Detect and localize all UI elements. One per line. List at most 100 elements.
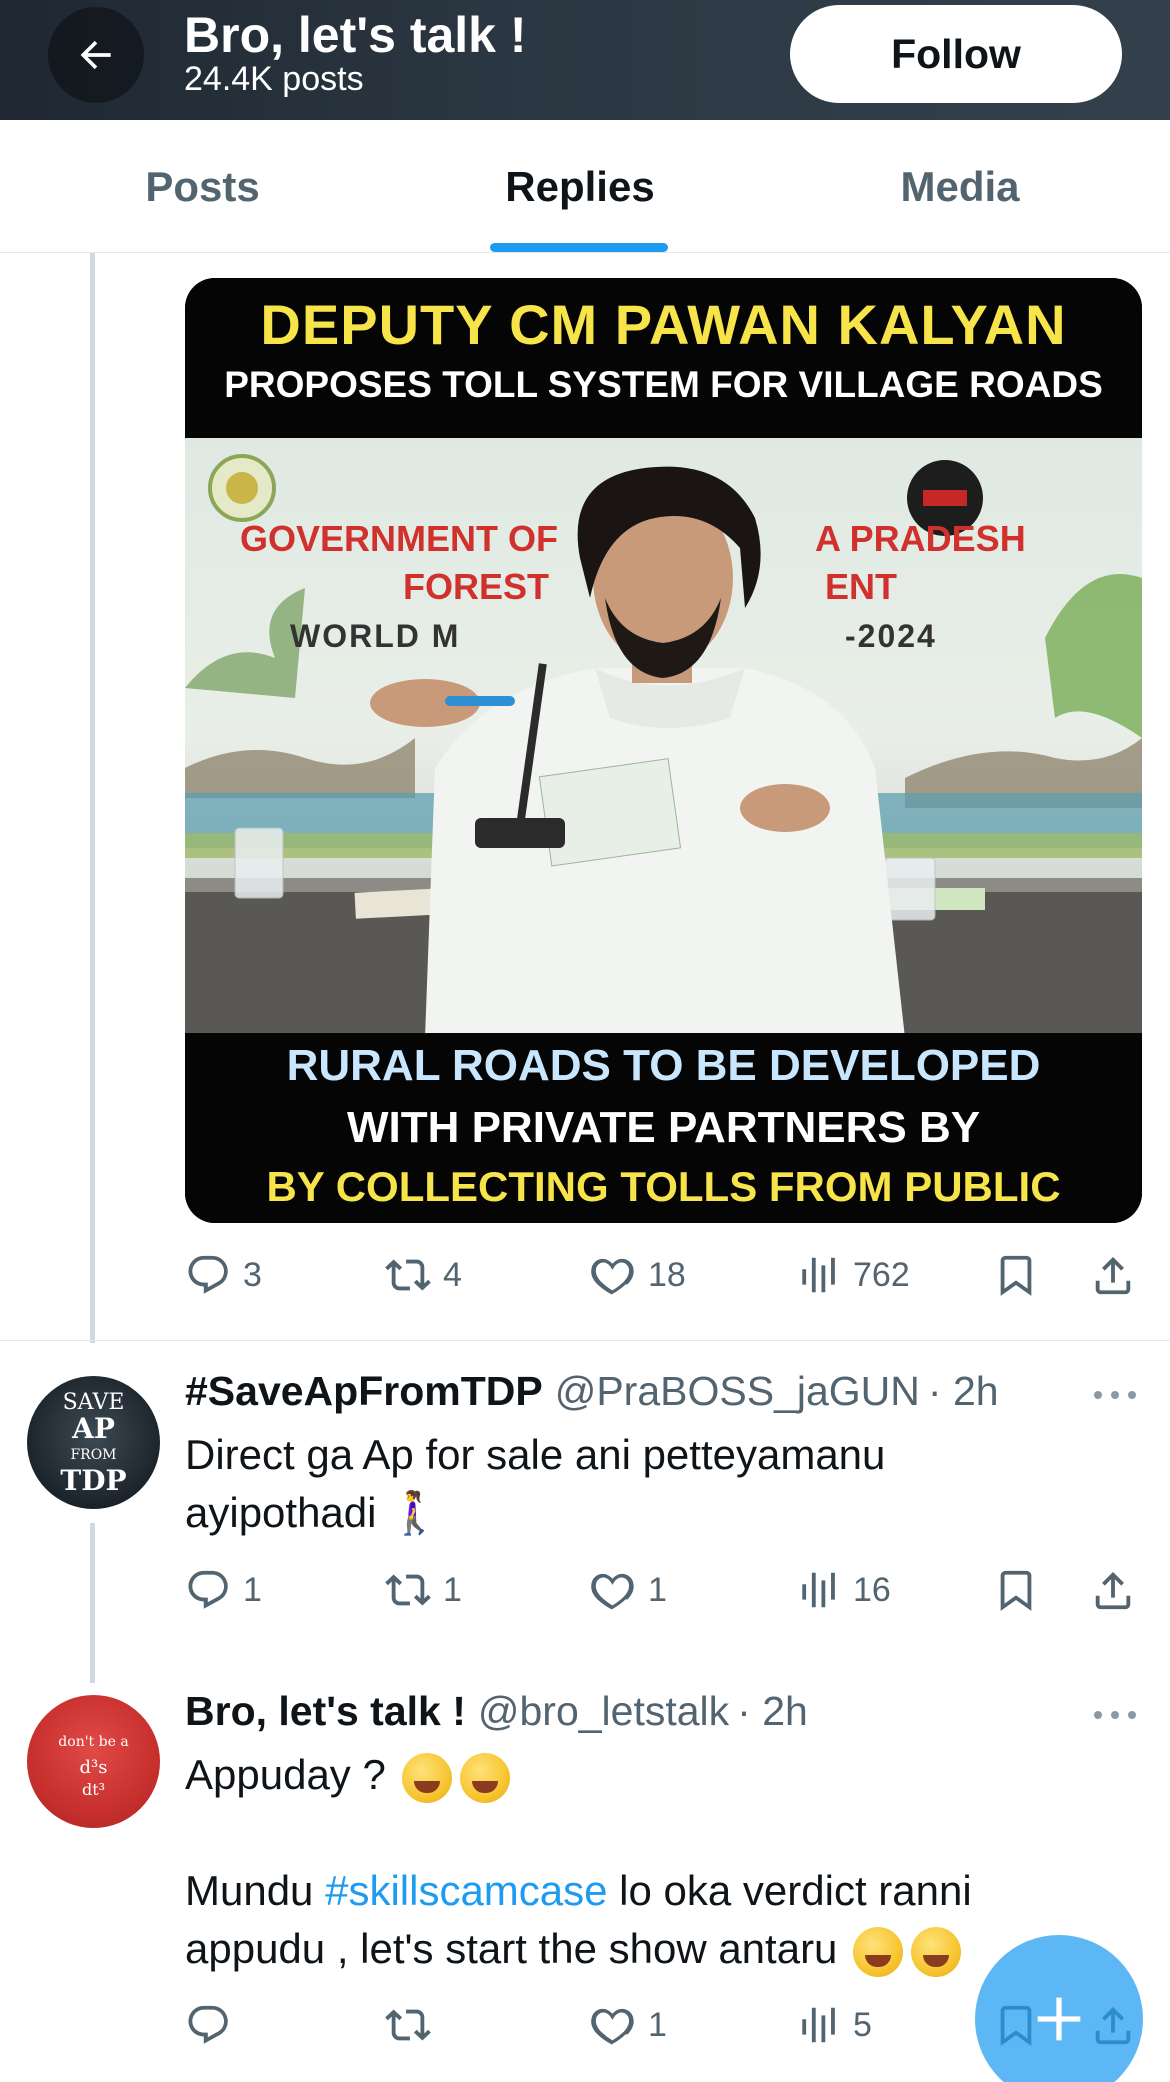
hashtag-link[interactable]: #skillscamcase	[325, 1867, 607, 1914]
back-button[interactable]	[48, 7, 144, 103]
rofl-emoji-icon	[459, 1752, 510, 1803]
share-button[interactable]	[1090, 1245, 1136, 1305]
thread-line	[90, 253, 95, 1343]
post-media-image[interactable]: DEPUTY CM PAWAN KALYAN PROPOSES TOLL SYS…	[185, 278, 1142, 1223]
rofl-emoji-icon	[911, 1926, 962, 1977]
repost-button[interactable]: 4	[385, 1245, 462, 1305]
more-icon[interactable]	[1090, 1705, 1140, 1725]
more-icon[interactable]	[1090, 1385, 1140, 1405]
views-button[interactable]: 762	[795, 1245, 910, 1305]
bookmark-button[interactable]	[993, 1560, 1039, 1620]
banner-text: FOREST	[403, 566, 550, 607]
views-button[interactable]: 16	[795, 1560, 891, 1620]
analytics-icon	[802, 1257, 835, 1293]
avatar-text: d³s	[79, 1757, 108, 1778]
banner-text: GOVERNMENT OF	[240, 518, 559, 559]
post-count: 24.4K posts	[184, 60, 364, 98]
media-caption-line: WITH PRIVATE PARTNERS BY	[346, 1103, 981, 1152]
view-count: 5	[853, 2005, 872, 2044]
share-icon	[1095, 1571, 1131, 1610]
heart-icon	[591, 1258, 634, 1295]
avatar[interactable]: SAVE AP FROM TDP	[27, 1376, 160, 1509]
rofl-emoji-icon	[853, 1926, 904, 1977]
repost-count: 1	[443, 1570, 462, 1609]
media-headline-band: DEPUTY CM PAWAN KALYAN PROPOSES TOLL SYS…	[185, 278, 1142, 438]
reply-button[interactable]	[185, 1995, 243, 2055]
share-button[interactable]	[1090, 1560, 1136, 1620]
avatar-text: don't be a	[58, 1734, 129, 1750]
media-headline: DEPUTY CM PAWAN KALYAN	[260, 293, 1067, 356]
reply-text: Mundu #skillscamcase lo oka verdict rann…	[185, 1862, 1115, 1978]
banner-text: A PRADESH	[815, 518, 1026, 559]
media-photo: GOVERNMENT OF A PRADESH FOREST ENT WORLD…	[185, 438, 1142, 1033]
reply-author-name[interactable]: Bro, let's talk !	[185, 1688, 466, 1735]
bookmark-icon	[1000, 1255, 1032, 1296]
tab-media[interactable]: Media	[820, 120, 1100, 253]
tab-replies[interactable]: Replies	[440, 120, 720, 253]
share-icon	[1095, 1256, 1131, 1295]
avatar[interactable]: don't be a d³s dt³	[27, 1695, 160, 1828]
rofl-emoji-icon	[401, 1752, 452, 1803]
reply-count: 1	[243, 1570, 262, 1609]
reply-button[interactable]: 3	[185, 1245, 262, 1305]
like-button[interactable]: 18	[590, 1245, 686, 1305]
media-caption-band: RURAL ROADS TO BE DEVELOPED WITH PRIVATE…	[185, 1033, 1142, 1223]
repost-icon	[385, 2009, 431, 2041]
bookmark-button[interactable]	[993, 1245, 1039, 1305]
reply-button[interactable]: 1	[185, 1560, 262, 1620]
reply-text-segment: Mundu	[185, 1867, 326, 1914]
avatar-text: TDP	[60, 1464, 127, 1497]
reply-actions: 1 1 1 16	[185, 1560, 1145, 1620]
like-count: 1	[648, 1570, 667, 1609]
heart-icon	[591, 2008, 634, 2045]
banner-text: WORLD M	[290, 618, 461, 654]
like-button[interactable]: 1	[590, 1560, 667, 1620]
reply-author-handle[interactable]: @PraBOSS_jaGUN	[555, 1368, 920, 1415]
banner-text: ENT	[825, 566, 897, 607]
profile-name: Bro, let's talk !	[184, 7, 527, 63]
media-caption-line: RURAL ROADS TO BE DEVELOPED	[286, 1041, 1041, 1090]
repost-icon	[385, 1574, 431, 1606]
reply-header: Bro, let's talk ! @bro_letstalk · 2h	[185, 1688, 808, 1748]
reply-time: · 2h	[927, 1368, 999, 1414]
like-count: 1	[648, 2005, 667, 2044]
follow-button[interactable]: Follow	[790, 5, 1122, 103]
repost-count: 4	[443, 1255, 462, 1294]
analytics-icon	[802, 1572, 835, 1608]
comment-icon	[188, 1255, 228, 1294]
plus-icon	[1037, 1997, 1081, 2041]
banner-text: -2024	[845, 618, 937, 654]
reply-author-handle[interactable]: @bro_letstalk	[478, 1688, 729, 1735]
post-divider	[0, 1340, 1170, 1341]
like-button[interactable]: 1	[590, 1995, 667, 2055]
active-tab-indicator	[490, 243, 668, 252]
reply-header: #SaveApFromTDP @PraBOSS_jaGUN · 2h	[185, 1368, 999, 1428]
media-caption-line: BY COLLECTING TOLLS FROM PUBLIC	[266, 1163, 1061, 1210]
arrow-left-icon	[80, 40, 111, 70]
tab-posts[interactable]: Posts	[60, 120, 345, 253]
avatar-text: AP	[72, 1412, 115, 1445]
views-button[interactable]: 5	[795, 1995, 872, 2055]
view-count: 762	[853, 1255, 910, 1294]
reply-text: Direct ga Ap for sale ani petteyamanu ay…	[185, 1431, 886, 1536]
reply-author-name[interactable]: #SaveApFromTDP	[185, 1368, 543, 1415]
heart-icon	[591, 1573, 634, 1610]
repost-icon	[385, 1259, 431, 1291]
analytics-icon	[802, 2007, 835, 2043]
like-count: 18	[648, 1255, 686, 1294]
repost-button[interactable]: 1	[385, 1560, 462, 1620]
comment-icon	[188, 2005, 228, 2044]
avatar-text: dt³	[81, 1780, 106, 1799]
repost-button[interactable]	[385, 1995, 443, 2055]
comment-icon	[188, 1570, 228, 1609]
media-subheadline: PROPOSES TOLL SYSTEM FOR VILLAGE ROADS	[224, 364, 1103, 405]
post-actions: 3 4 18 762	[185, 1245, 1145, 1305]
reply-time: · 2h	[737, 1688, 808, 1734]
thread-line	[90, 1523, 95, 1683]
reply-text-line: Appuday ?	[185, 1751, 386, 1798]
bookmark-icon	[1000, 1570, 1032, 1611]
reply-count: 3	[243, 1255, 262, 1294]
profile-header: Bro, let's talk ! 24.4K posts Follow	[0, 0, 1170, 120]
view-count: 16	[853, 1570, 891, 1609]
reply-text: Appuday ?	[185, 1746, 1115, 1804]
